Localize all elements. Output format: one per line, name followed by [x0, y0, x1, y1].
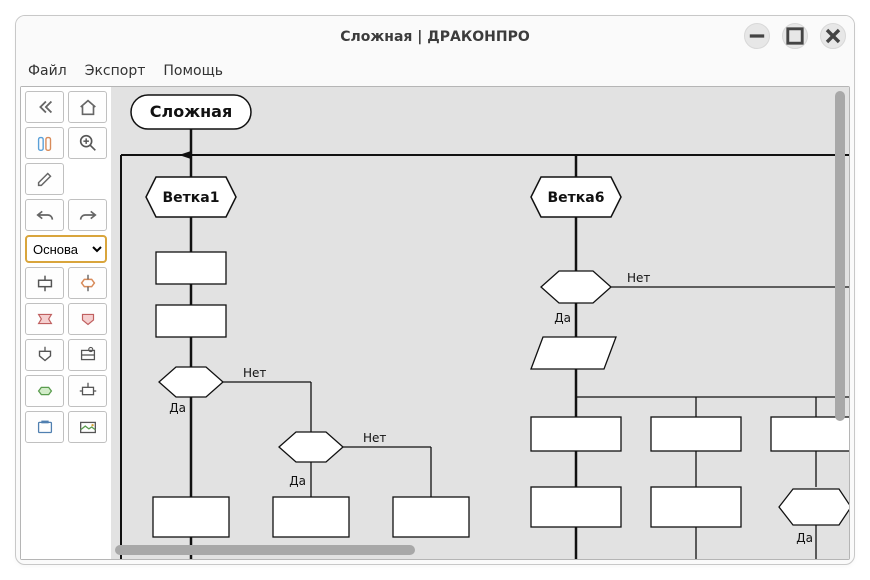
menubar: Файл Экспорт Помощь: [16, 58, 854, 84]
home-button[interactable]: [68, 91, 107, 123]
action-box[interactable]: [273, 497, 349, 537]
action-box[interactable]: [393, 497, 469, 537]
menu-help[interactable]: Помощь: [163, 63, 223, 79]
shape-foreach-button[interactable]: [25, 339, 64, 371]
redo-button[interactable]: [68, 199, 107, 231]
action-box[interactable]: [153, 497, 229, 537]
action-box[interactable]: [531, 487, 621, 527]
question-node[interactable]: [159, 367, 223, 397]
close-button[interactable]: [820, 23, 846, 49]
shape-select-button[interactable]: [25, 303, 64, 335]
window-title: Сложная | ДРАКОНПРО: [16, 29, 854, 45]
edit-pencil-button[interactable]: [25, 163, 64, 195]
yes-label: Да: [554, 311, 571, 325]
vscroll-thumb[interactable]: [835, 91, 845, 421]
zoom-in-button[interactable]: [68, 127, 107, 159]
no-label: Нет: [243, 366, 266, 380]
diagram-header[interactable]: Сложная: [131, 95, 251, 129]
shape-comment-button[interactable]: [25, 411, 64, 443]
shape-insertion-button[interactable]: [25, 375, 64, 407]
shape-action-button[interactable]: [25, 267, 64, 299]
window-controls: [744, 23, 846, 49]
question-node[interactable]: [279, 432, 343, 462]
action-box[interactable]: [156, 305, 226, 337]
undo-button[interactable]: [25, 199, 64, 231]
canvas-area[interactable]: Сложная Ветка1: [111, 87, 849, 559]
action-box[interactable]: [531, 417, 621, 451]
branch1-label: Ветка1: [163, 190, 220, 206]
shape-address-button[interactable]: [68, 375, 107, 407]
shape-shelf-button[interactable]: [68, 339, 107, 371]
toolbox-button[interactable]: [25, 127, 64, 159]
menu-file[interactable]: Файл: [28, 63, 67, 79]
horizontal-scrollbar[interactable]: [115, 545, 831, 555]
branch1-node[interactable]: Ветка1: [146, 177, 236, 217]
collapse-button[interactable]: [25, 91, 64, 123]
question-node[interactable]: [541, 271, 611, 303]
minimize-button[interactable]: [744, 23, 770, 49]
shape-case-button[interactable]: [68, 303, 107, 335]
shape-question-button[interactable]: [68, 267, 107, 299]
no-label: Нет: [363, 431, 386, 445]
no-label: Нет: [627, 271, 650, 285]
hscroll-thumb[interactable]: [115, 545, 415, 555]
vertical-scrollbar[interactable]: [835, 91, 845, 541]
content-area: Основа: [20, 86, 850, 560]
menu-export[interactable]: Экспорт: [85, 63, 146, 79]
yes-label: Да: [796, 531, 813, 545]
branch6-node[interactable]: Ветка6: [531, 177, 621, 217]
diagram-header-text: Сложная: [150, 102, 233, 121]
maximize-button[interactable]: [782, 23, 808, 49]
diagram-canvas[interactable]: Сложная Ветка1: [111, 87, 849, 559]
action-box[interactable]: [156, 252, 226, 284]
yes-label: Да: [169, 401, 186, 415]
branch6-label: Ветка6: [548, 190, 605, 206]
toolbar: Основа: [21, 87, 111, 559]
yes-label: Да: [289, 474, 306, 488]
io-node[interactable]: [531, 337, 616, 369]
shape-group-select[interactable]: Основа: [25, 235, 107, 263]
app-window: Сложная | ДРАКОНПРО Файл Экспорт Помощь: [15, 15, 855, 565]
action-box[interactable]: [651, 487, 741, 527]
titlebar: Сложная | ДРАКОНПРО: [16, 16, 854, 58]
action-box[interactable]: [651, 417, 741, 451]
shape-image-button[interactable]: [68, 411, 107, 443]
